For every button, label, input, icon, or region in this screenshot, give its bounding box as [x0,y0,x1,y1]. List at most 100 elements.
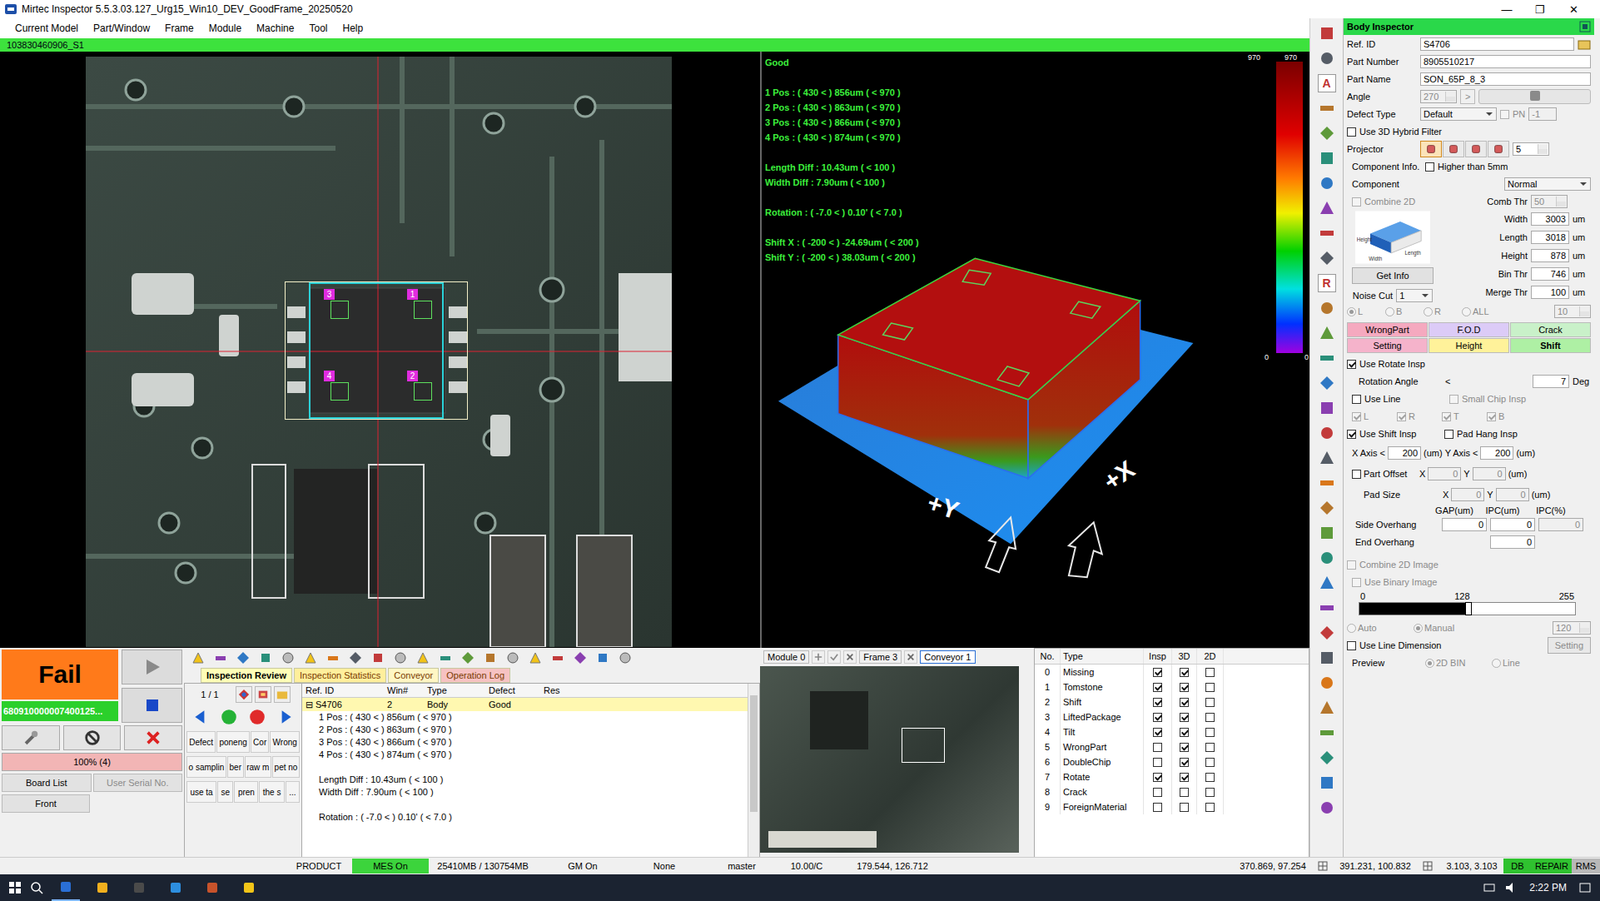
3d-checkbox[interactable] [1179,727,1189,737]
taskbar-app[interactable] [51,874,80,901]
column-header[interactable]: 2D [1197,648,1224,664]
3d-checkbox[interactable] [1179,667,1189,677]
shortcut-button[interactable]: o samplin [186,755,227,778]
3d-checkbox[interactable] [1179,682,1189,692]
taskbar-app[interactable] [198,874,227,901]
tool-button[interactable] [415,650,431,666]
review-tab[interactable]: Operation Log [440,667,511,683]
tool-button[interactable] [1,725,60,751]
line-side-option[interactable]: R [1396,411,1442,422]
small-chip-checkbox[interactable] [1449,394,1459,404]
noise-cut-dropdown[interactable]: 1 [1396,288,1433,303]
height-window[interactable]: 4 [323,370,353,401]
line-side-option[interactable]: L [1351,411,1397,422]
2d-checkbox[interactable] [1205,667,1215,677]
shortcut-button[interactable]: use ta [186,780,217,803]
tool-button[interactable] [437,650,453,666]
insp-checkbox[interactable] [1152,697,1163,707]
list-button[interactable]: User Serial No. [93,773,184,792]
component-dropdown[interactable]: Normal [1504,177,1591,191]
component-window[interactable]: 3142 [284,281,468,420]
tool-button[interactable] [1316,223,1338,244]
projector-button[interactable] [1487,140,1510,158]
inspection-tab[interactable]: Crack [1510,322,1591,338]
get-info-button[interactable]: Get Info [1351,267,1434,284]
tool-button[interactable] [1316,647,1338,668]
review-tab[interactable]: Conveyor [387,667,439,683]
threshold-spinner[interactable]: 120 [1552,621,1591,635]
spin-arrows[interactable] [1445,91,1456,102]
angle-spinner[interactable]: 270 [1420,89,1457,104]
shortcut-button[interactable]: the s [258,780,285,803]
side-radio[interactable]: ALL [1461,306,1497,317]
insp-checkbox[interactable] [1152,787,1163,797]
2d-checkbox[interactable] [1205,727,1215,737]
tool-button[interactable] [325,650,341,666]
2d-checkbox[interactable] [1205,742,1215,752]
shortcut-button[interactable]: pet no [272,755,300,778]
menu-item[interactable]: Machine [249,20,301,36]
scroll-thumb[interactable] [750,695,758,812]
dimension-input[interactable]: 3018 [1530,230,1570,244]
pin-icon[interactable] [1579,20,1591,33]
tool-button[interactable] [1316,472,1338,493]
tool-button[interactable] [1316,622,1338,643]
2d-checkbox[interactable] [1205,757,1215,767]
overhang-input[interactable]: 0 [1538,517,1584,532]
2d-checkbox[interactable] [1205,682,1215,692]
shortcut-button[interactable]: raw m [244,755,272,778]
inspection-tab[interactable]: WrongPart [1346,322,1428,338]
review-tab[interactable]: Inspection Review [200,667,293,683]
good-button[interactable] [217,705,241,728]
side-radio[interactable]: B [1385,306,1421,317]
image-button[interactable] [254,685,272,703]
y-axis-input[interactable]: 200 [1480,446,1514,460]
angle-step-button[interactable]: > [1460,89,1476,105]
stop-button[interactable] [121,687,183,723]
tool-button[interactable] [1316,772,1338,793]
previous-button[interactable] [188,705,213,728]
notification-icon[interactable] [1578,880,1592,895]
tool-button[interactable] [1316,522,1338,543]
taskbar-app[interactable] [161,874,190,901]
window-control-button[interactable]: — [1490,3,1524,16]
insp-checkbox[interactable] [1152,757,1163,767]
tool-button[interactable] [1316,572,1338,593]
overhang-input[interactable]: 0 [1441,517,1487,532]
tool-button[interactable] [1316,23,1338,44]
inspection-tab[interactable]: Shift [1510,337,1591,353]
tool-button[interactable] [1316,248,1338,269]
pad-hang-checkbox[interactable] [1444,429,1454,439]
tool-button[interactable] [1316,397,1338,418]
3d-checkbox[interactable] [1179,712,1189,722]
side-radio[interactable]: L [1346,306,1382,317]
tool-button[interactable] [1316,48,1338,69]
2d-checkbox[interactable] [1205,787,1215,797]
ng-button[interactable] [245,705,269,728]
tool-button[interactable] [280,650,296,666]
table-row[interactable]: ⊟S47062BodyGood [302,697,748,711]
tool-button[interactable] [1316,722,1338,743]
combine-checkbox[interactable] [1351,197,1362,207]
height-window[interactable]: 1 [407,288,436,319]
higher-checkbox[interactable] [1425,162,1435,172]
tool-button[interactable]: R [1316,273,1338,294]
tool-button[interactable] [1316,347,1338,368]
tool-button[interactable] [190,650,206,666]
menu-item[interactable]: Help [335,20,370,36]
menu-item[interactable]: Tool [302,20,334,36]
tool-button[interactable] [1316,123,1338,144]
column-header[interactable]: Type [1060,648,1144,664]
threshold-slider[interactable] [1358,601,1576,616]
dimension-input[interactable]: 746 [1530,267,1570,281]
taskbar-app[interactable] [234,874,264,901]
insp-checkbox[interactable] [1152,727,1163,737]
column-header[interactable]: Win# [383,685,424,696]
3d-checkbox[interactable] [1179,802,1189,812]
pad-x-input[interactable]: 0 [1450,487,1485,502]
part-offset-checkbox[interactable] [1351,469,1362,479]
tool-button[interactable] [1316,547,1338,568]
spin-arrows[interactable] [1579,306,1590,317]
binary-checkbox[interactable] [1351,577,1362,587]
insp-checkbox[interactable] [1152,712,1163,722]
